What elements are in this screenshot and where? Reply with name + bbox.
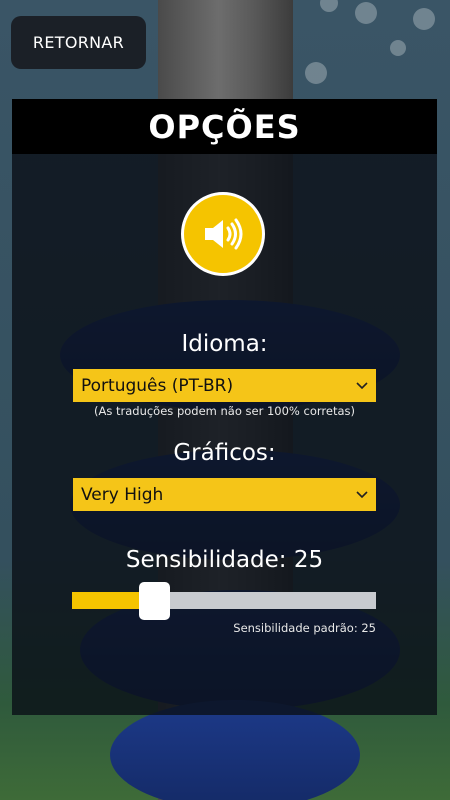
- panel-header: OPÇÕES: [12, 99, 437, 154]
- graphics-selected: Very High: [81, 484, 164, 505]
- slider-handle[interactable]: [139, 582, 171, 620]
- helix-platform: [110, 700, 360, 800]
- graphics-dropdown[interactable]: Very High: [73, 478, 376, 511]
- speaker-icon: [205, 218, 243, 250]
- bubble: [320, 0, 338, 12]
- bubble: [355, 2, 377, 24]
- chevron-down-icon: [356, 490, 368, 498]
- bubble: [413, 8, 435, 30]
- chevron-down-icon: [356, 381, 368, 389]
- sensitivity-label: Sensibilidade: 25: [125, 547, 324, 573]
- back-button[interactable]: RETORNAR: [11, 16, 146, 69]
- language-label: Idioma:: [181, 331, 268, 357]
- sound-toggle-button[interactable]: [181, 192, 265, 276]
- language-dropdown[interactable]: Português (PT-BR): [73, 369, 376, 402]
- bubble: [305, 62, 327, 84]
- bubble: [390, 40, 406, 56]
- language-selected: Português (PT-BR): [81, 375, 234, 396]
- sensitivity-slider[interactable]: [72, 582, 376, 620]
- options-panel: OPÇÕES Idioma: Português (PT-BR) (As tra…: [12, 99, 437, 715]
- default-sensitivity-note: Sensibilidade padrão: 25: [233, 621, 376, 635]
- translation-note: (As traduções podem não ser 100% correta…: [93, 404, 355, 418]
- panel-title: OPÇÕES: [148, 107, 301, 146]
- graphics-label: Gráficos:: [173, 440, 276, 466]
